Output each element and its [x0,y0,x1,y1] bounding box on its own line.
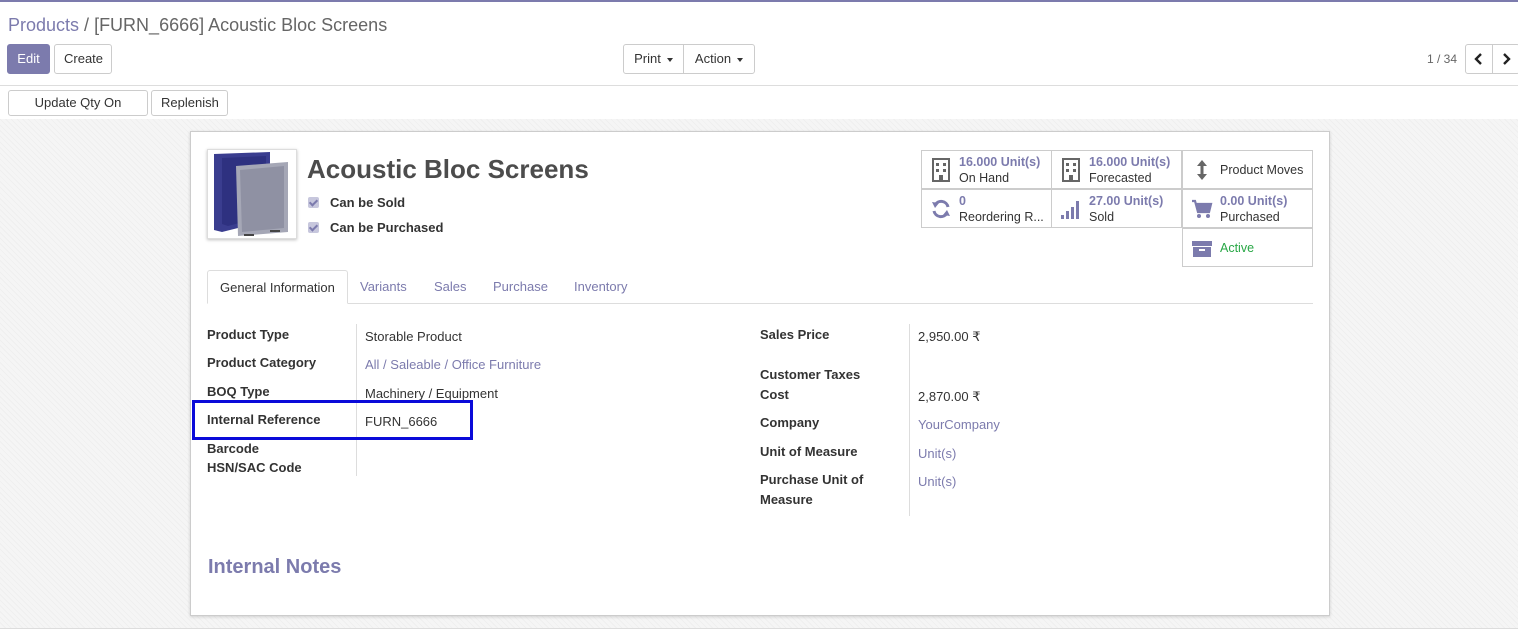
signal-bars-icon [1061,201,1079,219]
on-hand-label: On Hand [959,171,1010,185]
active-toggle-button[interactable]: Active [1182,228,1313,267]
sold-stat-button[interactable]: 27.00 Unit(s) Sold [1051,189,1182,228]
tab-general-information[interactable]: General Information [207,270,348,304]
on-hand-stat-button[interactable]: 16.000 Unit(s) On Hand [921,150,1052,189]
can-be-purchased-label: Can be Purchased [330,220,444,235]
can-be-sold-checkbox[interactable] [308,197,319,208]
field-separator [909,324,910,516]
sold-label: Sold [1089,210,1115,224]
pager-previous-button[interactable] [1465,44,1493,74]
reordering-stat-button[interactable]: 0 Reordering R... [921,189,1052,228]
cost-field[interactable]: 2,870.00 ₹ [918,389,981,405]
building-icon [932,158,950,182]
update-qty-button[interactable]: Update Qty On Hand [8,90,148,134]
sales-price-label: Sales Price [760,327,830,342]
forecasted-stat-button[interactable]: 16.000 Unit(s) Forecasted [1051,150,1182,189]
purchased-label: Purchased [1220,210,1280,224]
boq-type-label: BOQ Type [207,384,270,399]
print-dropdown[interactable]: Print [623,44,684,74]
company-field[interactable]: YourCompany [918,417,1000,432]
chevron-right-icon [1503,53,1511,65]
product-category-label: Product Category [207,355,317,370]
on-hand-value: 16.000 Unit(s) [959,155,1041,169]
tab-purchase[interactable]: Purchase [481,270,560,303]
tab-inventory[interactable]: Inventory [562,270,639,303]
breadcrumb-separator: / [84,15,90,35]
purchased-stat-button[interactable]: 0.00 Unit(s) Purchased [1182,189,1313,228]
top-accent-line [0,0,1518,2]
breadcrumb-current: [FURN_6666] Acoustic Bloc Screens [94,15,388,35]
form-sheet: Acoustic Bloc Screens Can be Sold Can be… [190,131,1330,616]
purchased-value: 0.00 Unit(s) [1220,194,1288,208]
unit-of-measure-label: Unit of Measure [760,444,858,459]
forecasted-label: Forecasted [1089,171,1152,185]
active-label: Active [1220,241,1255,255]
sales-price-field[interactable]: 2,950.00 ₹ [918,329,981,345]
print-label: Print [634,51,661,66]
reordering-value: 0 [959,194,966,208]
product-image[interactable] [207,149,297,239]
caret-down-icon [666,57,673,62]
building-icon [1062,158,1080,182]
chevron-left-icon [1474,53,1482,65]
action-dropdown[interactable]: Action [683,44,755,74]
can-be-purchased-checkbox[interactable] [308,222,319,233]
company-label: Company [760,415,820,430]
edit-button[interactable]: Edit [7,44,50,74]
internal-reference-highlight-box [192,400,473,440]
pager-value[interactable]: 1 / 34 [1427,52,1457,66]
breadcrumb-products-link[interactable]: Products [8,15,79,35]
refresh-icon [932,199,950,219]
customer-taxes-label: Customer Taxes [760,367,861,382]
arrows-vertical-icon [1197,160,1207,180]
product-type-field[interactable]: Storable Product [365,329,462,344]
divider [0,85,1518,86]
forecasted-value: 16.000 Unit(s) [1089,155,1171,169]
tab-variants[interactable]: Variants [348,270,419,303]
product-photo-icon [208,150,296,238]
archive-icon [1192,241,1212,257]
can-be-sold-label: Can be Sold [330,195,406,210]
reordering-label: Reordering R... [959,210,1044,224]
product-type-label: Product Type [207,327,290,342]
purchase-uom-label-line2: Measure [760,492,813,507]
tab-sales[interactable]: Sales [422,270,479,303]
purchase-uom-label: Purchase Unit of [760,472,864,487]
unit-of-measure-field[interactable]: Unit(s) [918,446,956,461]
product-moves-stat-button[interactable]: Product Moves [1182,150,1313,189]
hsn-sac-code-label: HSN/SAC Code [207,460,302,475]
replenish-button[interactable]: Replenish [151,90,228,116]
shopping-cart-icon [1192,199,1213,218]
boq-type-field[interactable]: Machinery / Equipment [365,386,498,401]
barcode-label: Barcode [207,441,260,456]
create-button[interactable]: Create [54,44,112,74]
action-label: Action [694,51,732,66]
product-category-field[interactable]: All / Saleable / Office Furniture [365,357,541,372]
cost-label: Cost [760,387,789,402]
internal-notes-heading: Internal Notes [208,556,342,578]
tabs-divider [207,303,1313,304]
sold-value: 27.00 Unit(s) [1089,194,1164,208]
caret-down-icon [737,57,744,62]
pager-next-button[interactable] [1492,44,1518,74]
product-name: Acoustic Bloc Screens [307,154,589,184]
product-moves-label: Product Moves [1220,163,1304,177]
purchase-uom-field[interactable]: Unit(s) [918,474,956,489]
breadcrumb: Products / [FURN_6666] Acoustic Bloc Scree… [8,15,387,36]
